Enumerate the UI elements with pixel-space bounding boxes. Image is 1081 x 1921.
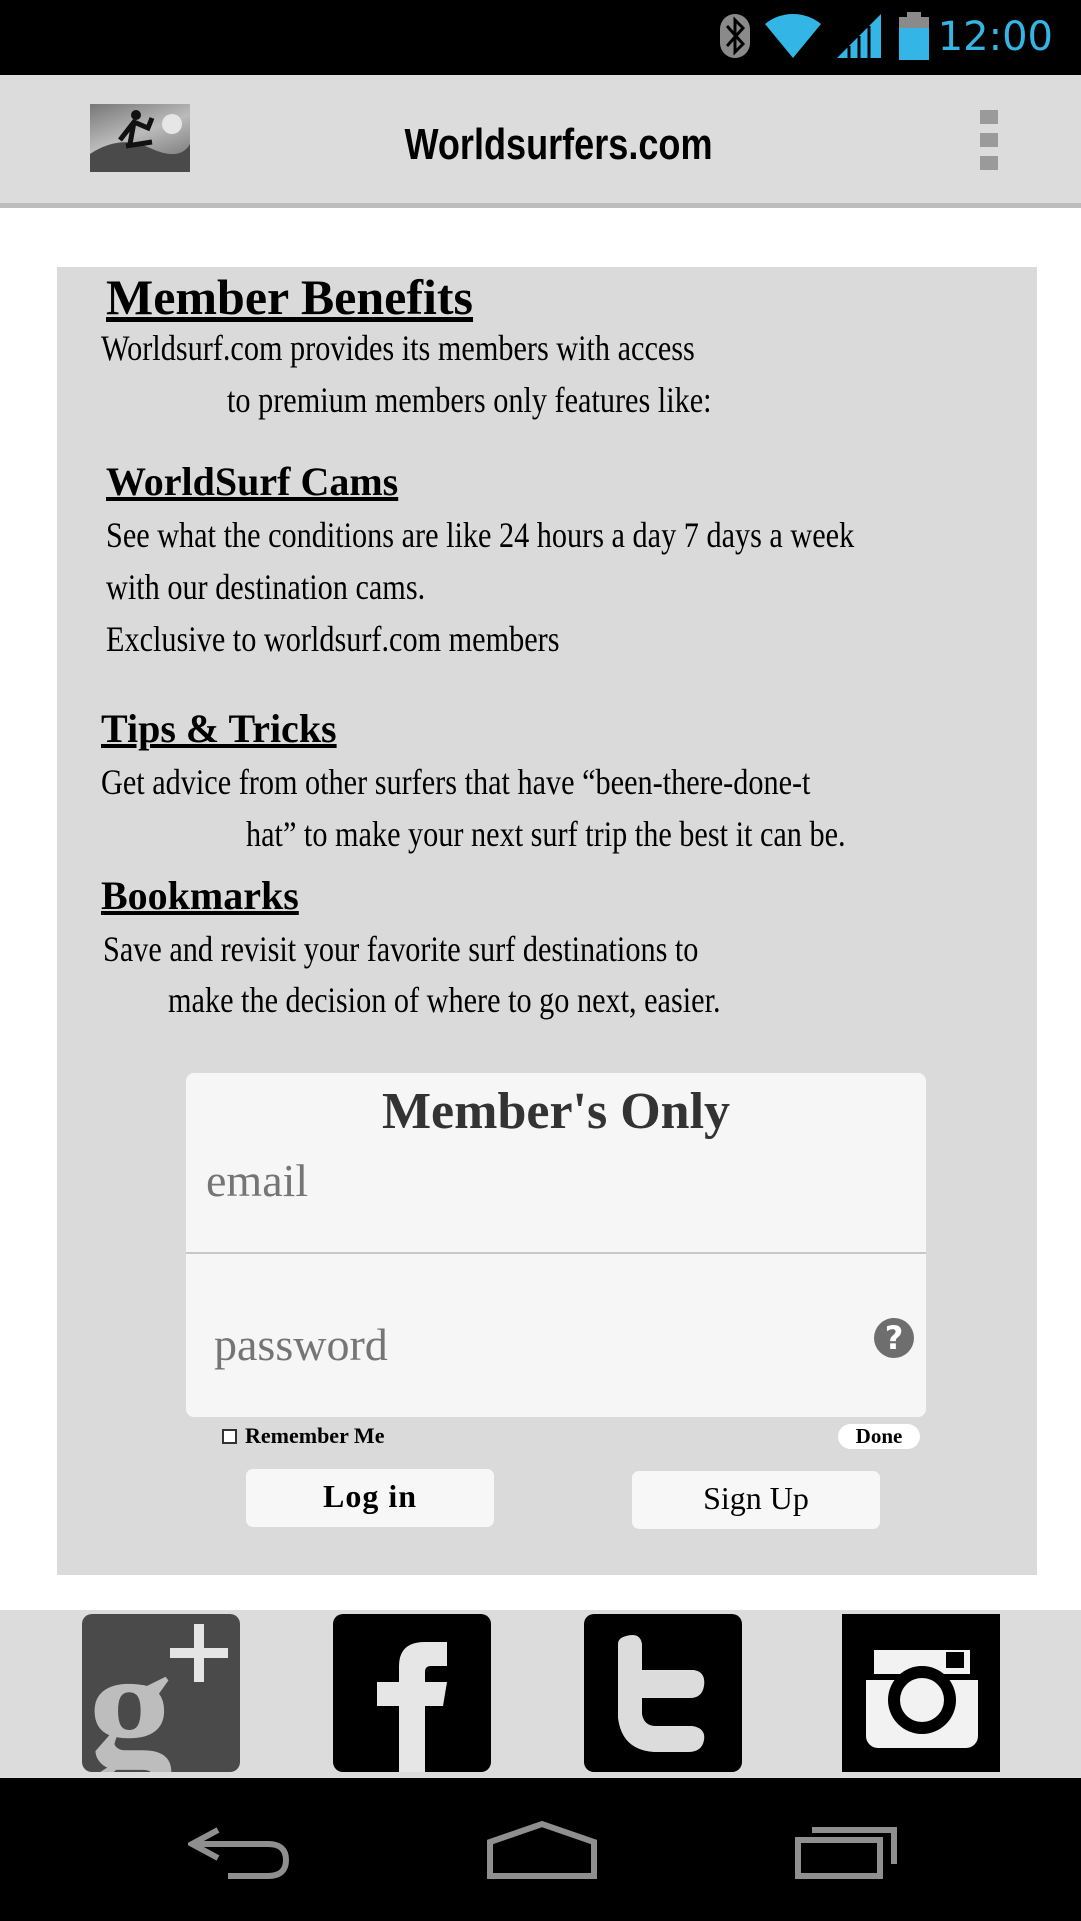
wifi-icon [765, 12, 821, 65]
benefits-intro-line1: Worldsurf.com provides its members with … [101, 328, 695, 368]
home-icon[interactable] [486, 1820, 598, 1885]
question-icon[interactable]: ? [874, 1318, 914, 1358]
section-bookmarks-line2: make the decision of where to go next, e… [168, 980, 721, 1020]
remember-me[interactable]: Remember Me [222, 1423, 384, 1449]
section-bookmarks-line1: Save and revisit your favorite surf dest… [103, 929, 699, 969]
section-cams-line3: Exclusive to worldsurf.com members [106, 619, 560, 659]
twitter-icon[interactable] [584, 1614, 742, 1772]
app-title: Worldsurfers.com [404, 120, 713, 169]
battery-icon [897, 11, 931, 65]
svg-text:g: g [88, 1614, 173, 1772]
remember-checkbox[interactable] [222, 1428, 237, 1444]
signup-button[interactable]: Sign Up [632, 1471, 880, 1529]
login-button[interactable]: Log in [246, 1469, 494, 1527]
google-plus-icon[interactable]: g [82, 1614, 240, 1772]
bluetooth-icon [719, 12, 751, 65]
section-cams-line2: with our destination cams. [106, 567, 426, 607]
section-title-cams: WorldSurf Cams [106, 459, 399, 504]
input-divider [186, 1252, 926, 1254]
done-button[interactable]: Done [838, 1424, 920, 1449]
status-time: 12:00 [937, 14, 1053, 60]
section-title-tips: Tips & Tricks [101, 706, 337, 751]
email-input[interactable] [206, 1150, 906, 1210]
back-icon[interactable] [185, 1822, 292, 1885]
benefits-intro-line2: to premium members only features like: [227, 380, 712, 420]
instagram-icon[interactable] [842, 1614, 1000, 1772]
facebook-icon[interactable] [333, 1614, 491, 1772]
section-cams-line1: See what the conditions are like 24 hour… [106, 515, 855, 555]
recents-icon[interactable] [794, 1822, 900, 1885]
signal-icon [835, 12, 883, 65]
overflow-menu-icon[interactable] [980, 110, 1000, 170]
section-tips-line1: Get advice from other surfers that have … [101, 762, 811, 802]
section-tips-line2: hat” to make your next surf trip the bes… [246, 814, 846, 854]
login-title: Member's Only [381, 1083, 731, 1140]
section-title-bookmarks: Bookmarks [101, 873, 299, 918]
benefits-heading: Member Benefits [106, 269, 474, 325]
remember-label: Remember Me [245, 1423, 385, 1448]
password-input[interactable] [214, 1313, 854, 1375]
status-icons [719, 11, 931, 65]
